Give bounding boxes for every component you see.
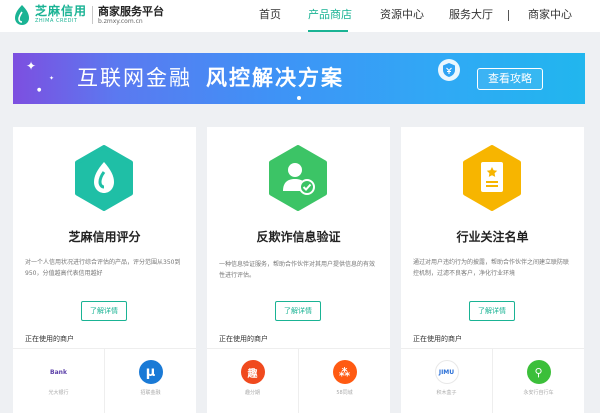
qufenqi-logo-icon: 趣	[240, 360, 265, 384]
merchant-name: 招联金融	[140, 390, 161, 396]
card-title: 行业关注名单	[456, 230, 529, 244]
nav-home[interactable]: 首页	[259, 0, 281, 32]
nav-divider	[508, 10, 509, 21]
card-description: 通过对用户违约行为的披露，帮助合作伙伴之间建立联防联控机制，过滤不良客户，净化行…	[413, 259, 570, 277]
merchant-item[interactable]: JIMU 积木盒子	[401, 349, 492, 413]
banner-text-part1: 互联网金融	[77, 66, 192, 90]
merchant-list: JIMU 积木盒子 ⚲ 永安行自行车	[401, 348, 584, 413]
watchlist-document-icon	[463, 145, 521, 211]
sesame-score-icon	[75, 145, 133, 211]
top-header: 芝麻信用 ZHIMA CREDIT 商家服务平台 b.zmxy.com.cn 首…	[0, 0, 600, 32]
view-guide-button[interactable]: 查看攻略	[477, 68, 543, 90]
sparkle-icon: ●	[37, 87, 42, 93]
merchant-name: 积木盒子	[436, 390, 457, 396]
merchant-name: 永安行自行车	[523, 390, 554, 396]
learn-more-button[interactable]: 了解详情	[275, 301, 321, 321]
merchant-item[interactable]: μ 招联金融	[104, 349, 196, 413]
logo[interactable]: 芝麻信用 ZHIMA CREDIT 商家服务平台 b.zmxy.com.cn	[12, 4, 164, 26]
product-card-anti-fraud: 反欺诈信息验证 一种信息验证服务，帮助合作伙伴对其用户提供信息的有效性进行评估。…	[207, 127, 390, 413]
bank-logo-icon: Bank	[46, 360, 71, 384]
merchant-item[interactable]: Bank 光大银行	[13, 349, 104, 413]
merchant-list: Bank 光大银行 μ 招联金融	[13, 348, 196, 413]
sparkle-icon: ✦	[49, 75, 55, 82]
sparkle-icon: ✦	[26, 59, 37, 73]
merchant-item[interactable]: 趣 趣分期	[207, 349, 298, 413]
jimu-logo-icon: JIMU	[434, 360, 459, 384]
product-card-sesame-score: 芝麻信用评分 对一个人信用状况进行综合评估的产品，评分范围从350到950，分值…	[13, 127, 196, 413]
logo-divider	[92, 6, 94, 24]
nav-resource-center[interactable]: 资源中心	[380, 0, 424, 32]
merchants-label: 正在使用的商户	[413, 335, 462, 343]
merchant-name: 光大银行	[48, 390, 69, 396]
platform-url: b.zmxy.com.cn	[98, 17, 143, 25]
nav-active-indicator	[308, 30, 348, 32]
58-logo-icon: ⁂	[332, 360, 357, 384]
banner-headline: 互联网金融 风控解决方案	[77, 53, 344, 104]
nav-product-store[interactable]: 产品商店	[308, 0, 352, 32]
merchant-name: 趣分期	[244, 390, 260, 396]
platform-title: 商家服务平台	[98, 4, 165, 18]
nav-merchant-center[interactable]: 商家中心	[528, 0, 572, 32]
nav-service-hall[interactable]: 服务大厅	[449, 0, 493, 32]
card-description: 对一个人信用状况进行综合评估的产品，评分范围从350到950，分值越高代表信用越…	[25, 259, 181, 277]
product-card-watchlist: 行业关注名单 通过对用户违约行为的披露，帮助合作伙伴之间建立联防联控机制，过滤不…	[401, 127, 584, 413]
logo-cn: 芝麻信用	[35, 4, 88, 18]
shield-money-icon	[438, 59, 460, 81]
carousel-indicator[interactable]	[297, 96, 301, 100]
learn-more-button[interactable]: 了解详情	[469, 301, 515, 321]
card-title: 芝麻信用评分	[68, 230, 141, 244]
card-title: 反欺诈信息验证	[256, 230, 341, 244]
logo-en: ZHIMA CREDIT	[35, 18, 78, 24]
merchants-label: 正在使用的商户	[219, 335, 268, 343]
merchant-item[interactable]: ⁂ 58同城	[298, 349, 390, 413]
bicycle-logo-icon: ⚲	[526, 360, 551, 384]
zhima-logo-icon	[15, 5, 29, 25]
verified-user-icon	[269, 145, 327, 211]
card-description: 一种信息验证服务，帮助合作伙伴对其用户提供信息的有效性进行评估。	[219, 261, 376, 279]
zhaolian-logo-icon: μ	[138, 360, 163, 384]
learn-more-button[interactable]: 了解详情	[81, 301, 127, 321]
merchant-list: 趣 趣分期 ⁂ 58同城	[207, 348, 390, 413]
banner-text-part2: 风控解决方案	[206, 66, 344, 90]
merchants-label: 正在使用的商户	[25, 335, 74, 343]
merchant-item[interactable]: ⚲ 永安行自行车	[492, 349, 584, 413]
merchant-name: 58同城	[336, 390, 353, 396]
